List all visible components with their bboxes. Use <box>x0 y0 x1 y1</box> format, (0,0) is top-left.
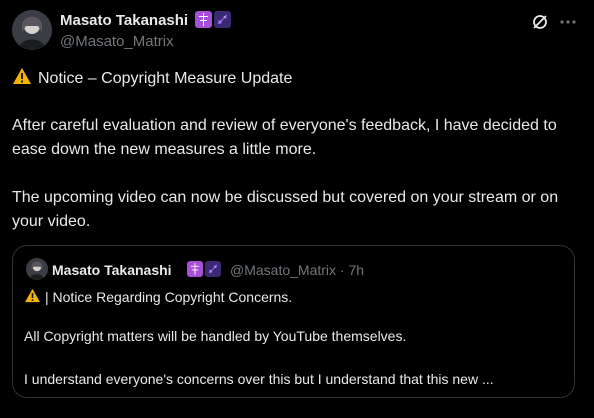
author-handle[interactable]: @Masato_Matrix <box>60 33 174 50</box>
more-icon[interactable] <box>558 12 578 32</box>
post-paragraph: After careful evaluation and review of e… <box>12 117 557 158</box>
cross-badge-icon <box>195 11 212 28</box>
sparkle-badge-icon <box>214 11 231 28</box>
post-paragraph: The upcoming video can now be discussed … <box>12 189 559 230</box>
quoted-handle-time: @Masato_Matrix · 7h <box>230 262 365 278</box>
author-name[interactable]: Masato Takanashi <box>60 12 188 29</box>
author-badges <box>195 11 231 28</box>
warning-icon <box>24 288 41 306</box>
quoted-body-line: All Copyright matters will be handled by… <box>24 328 407 344</box>
quoted-body-line: I understand everyone's concerns over th… <box>24 371 494 387</box>
post-headline: Notice – Copyright Measure Update <box>12 67 292 90</box>
sparkle-badge-icon <box>205 261 221 277</box>
quoted-avatar <box>26 258 48 280</box>
grok-icon[interactable] <box>530 12 550 32</box>
avatar-image <box>12 10 52 50</box>
post-card: Masato Takanashi @Masato_Matrix Notice –… <box>0 0 594 418</box>
quoted-title: | Notice Regarding Copyright Concerns. <box>24 288 292 306</box>
avatar[interactable] <box>12 10 52 50</box>
quoted-author-badges <box>187 261 221 277</box>
cross-badge-icon <box>187 261 203 277</box>
quoted-author-name: Masato Takanashi <box>52 262 172 278</box>
warning-icon <box>12 67 32 90</box>
headline-text: Notice – Copyright Measure Update <box>38 69 293 87</box>
quoted-title-text: | Notice Regarding Copyright Concerns. <box>45 289 293 305</box>
avatar-image <box>26 258 48 280</box>
